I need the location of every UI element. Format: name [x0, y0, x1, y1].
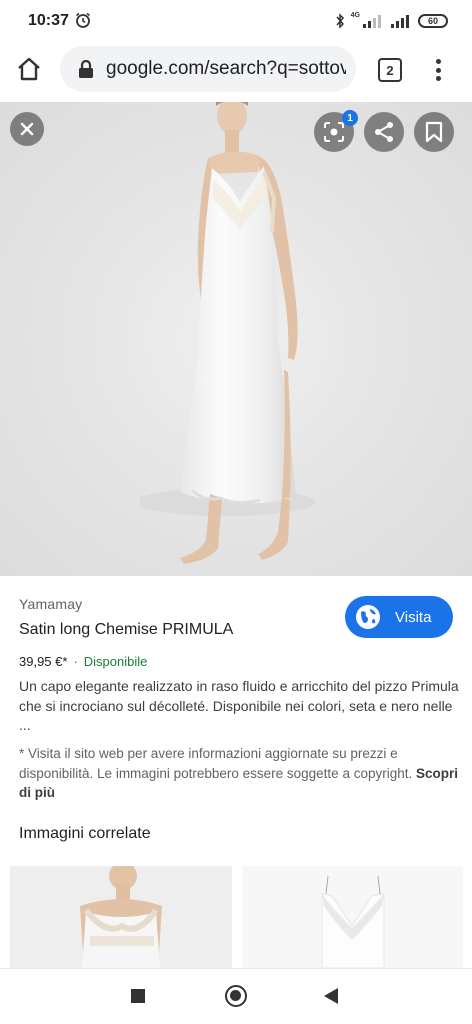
related-images-title: Immagini correlate	[19, 825, 151, 842]
related-image-2-picture	[242, 866, 463, 968]
share-button[interactable]	[364, 112, 404, 152]
lock-icon	[79, 60, 93, 78]
copyright-notice: * Visita il sito web per avere informazi…	[19, 744, 459, 803]
battery-level: 60	[427, 16, 438, 26]
bookmark-icon	[425, 121, 443, 143]
lens-badge: 1	[342, 110, 358, 126]
lens-icon	[324, 122, 344, 142]
alarm-icon	[76, 12, 90, 28]
notice-text: * Visita il sito web per avere informazi…	[19, 746, 413, 781]
bookmark-button[interactable]	[414, 112, 454, 152]
url-text[interactable]: google.com/search?q=sottoveste	[106, 58, 346, 80]
address-bar[interactable]: google.com/search?q=sottoveste	[60, 46, 356, 92]
price-line: 39,95 €* · Disponibile	[19, 654, 147, 669]
globe-icon	[356, 605, 380, 629]
system-navigation-bar	[0, 968, 472, 1024]
lens-badge-count: 1	[347, 112, 353, 124]
price-separator: ·	[73, 654, 78, 669]
related-image-2[interactable]	[242, 866, 463, 968]
status-time: 10:37	[28, 12, 69, 29]
visit-label: Visita	[395, 608, 432, 626]
result-source[interactable]: Yamamay	[19, 596, 82, 612]
network-label: 4G	[350, 12, 360, 19]
signal-icon	[391, 15, 409, 28]
related-image-1-picture	[10, 866, 232, 968]
bluetooth-icon	[336, 13, 344, 29]
price: 39,95 €*	[19, 654, 68, 669]
home-button[interactable]	[14, 54, 44, 84]
status-bar: 10:37 4G 60	[0, 0, 472, 42]
product-image	[140, 102, 315, 564]
result-title[interactable]: Satin long Chemise PRIMULA	[19, 621, 233, 639]
close-icon	[20, 122, 34, 136]
back-button[interactable]	[324, 988, 338, 1004]
close-button[interactable]	[10, 112, 44, 146]
visit-button[interactable]: Visita	[345, 596, 453, 638]
tab-count: 2	[386, 62, 394, 78]
availability: Disponibile	[83, 654, 148, 669]
status-icons: 4G 60	[335, 12, 448, 30]
system-home-button[interactable]	[225, 985, 247, 1007]
tab-switcher-button[interactable]: 2	[378, 58, 402, 82]
signal-icon	[363, 15, 381, 28]
image-viewer[interactable]	[0, 102, 472, 576]
result-description: Un capo elegante realizzato in raso flui…	[19, 678, 459, 733]
more-vert-icon[interactable]	[426, 56, 450, 84]
browser-toolbar: google.com/search?q=sottoveste 2	[0, 42, 472, 98]
home-icon	[18, 57, 40, 81]
recents-button[interactable]	[131, 989, 145, 1003]
share-icon	[375, 122, 393, 142]
battery-icon: 60	[418, 14, 448, 28]
related-image-1[interactable]	[10, 866, 232, 968]
